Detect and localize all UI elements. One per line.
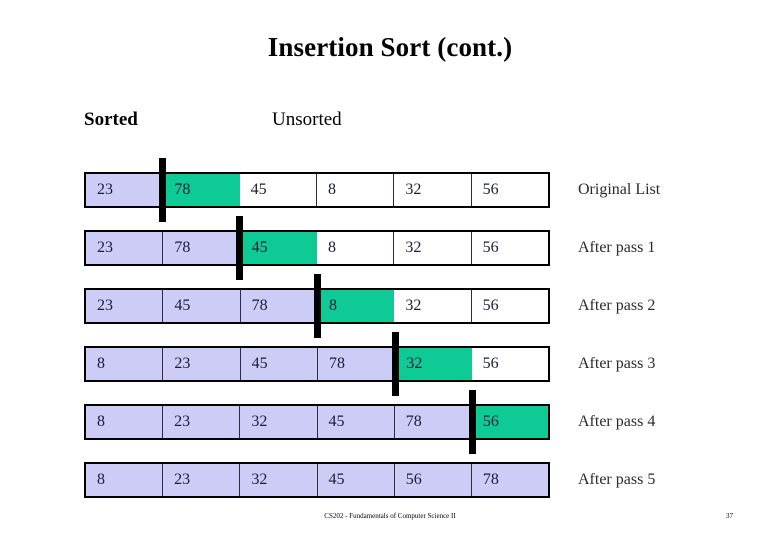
pass-label: After pass 5 xyxy=(578,471,656,488)
pass-label: After pass 4 xyxy=(578,413,656,430)
pass-label: After pass 1 xyxy=(578,239,656,256)
table-row: 23 78 45 8 32 56 xyxy=(84,230,550,266)
array-cell: 45 xyxy=(240,232,317,264)
row-cells: 8 23 45 78 32 56 xyxy=(86,348,548,380)
pass-label: Original List xyxy=(578,181,661,198)
page-title: Insertion Sort (cont.) xyxy=(267,32,513,62)
array-cell: 45 xyxy=(239,174,317,206)
row-cells: 8 23 32 45 56 78 xyxy=(86,464,549,496)
array-cell: 32 xyxy=(394,232,472,264)
table-row: 8 23 32 45 56 78 xyxy=(84,462,550,498)
array-cell: 23 xyxy=(86,290,164,322)
array-cell: 32 xyxy=(394,290,472,322)
array-cell: 56 xyxy=(471,232,548,264)
array-cell: 78 xyxy=(163,174,240,206)
array-cell: 23 xyxy=(86,174,164,206)
column-header-sorted: Sorted xyxy=(84,109,138,130)
array-cell: 8 xyxy=(86,464,164,496)
footer-page-number: 37 xyxy=(726,512,733,520)
array-cell: 32 xyxy=(395,348,472,380)
insertion-marker xyxy=(391,332,399,396)
array-cell: 78 xyxy=(317,348,396,380)
slide-canvas: Insertion Sort (cont.) Sorted Unsorted 2… xyxy=(0,0,780,540)
array-cell: 32 xyxy=(240,406,318,438)
pass-label: After pass 3 xyxy=(578,355,656,372)
row-cells: 23 78 45 8 32 56 xyxy=(86,174,548,206)
array-cell: 23 xyxy=(163,464,241,496)
column-header-unsorted: Unsorted xyxy=(272,109,342,130)
insertion-marker xyxy=(469,390,477,454)
array-cell: 56 xyxy=(394,464,472,496)
footer-course-label: CS202 - Fundamentals of Computer Science… xyxy=(324,512,456,520)
array-cell: 8 xyxy=(86,406,164,438)
insertion-marker xyxy=(314,274,321,338)
table-row: 8 23 45 78 32 56 xyxy=(84,346,550,382)
array-cell: 8 xyxy=(317,290,395,322)
insertion-marker xyxy=(236,216,244,280)
array-cell: 56 xyxy=(471,290,548,322)
array-cell: 78 xyxy=(163,232,241,264)
array-cell: 8 xyxy=(316,232,395,264)
array-cell: 78 xyxy=(471,464,549,496)
array-cell: 45 xyxy=(163,290,241,322)
array-cell: 56 xyxy=(471,348,548,380)
array-cell: 8 xyxy=(316,174,395,206)
array-cell: 32 xyxy=(240,464,318,496)
array-cell: 45 xyxy=(240,348,318,380)
array-cell: 23 xyxy=(86,232,164,264)
array-cell: 8 xyxy=(86,348,164,380)
insertion-sort-diagram: 23 78 45 8 32 56 23 78 45 8 32 56 23 45 78 8 32 56 8 23 45 78… xyxy=(84,158,552,498)
table-row: 23 78 45 8 32 56 xyxy=(84,172,550,208)
array-cell: 56 xyxy=(471,406,549,438)
row-cells: 23 78 45 8 32 56 xyxy=(86,232,548,264)
row-cells: 8 23 32 45 78 56 xyxy=(86,406,549,438)
pass-label: After pass 2 xyxy=(578,297,656,314)
array-cell: 56 xyxy=(471,174,548,206)
array-cell: 78 xyxy=(394,406,472,438)
table-row: 8 23 32 45 78 56 xyxy=(84,404,550,440)
insertion-marker xyxy=(158,158,166,222)
array-cell: 45 xyxy=(317,406,395,438)
array-cell: 23 xyxy=(163,406,241,438)
array-cell: 45 xyxy=(317,464,395,496)
array-cell: 23 xyxy=(163,348,241,380)
array-cell: 78 xyxy=(240,290,318,322)
array-cell: 32 xyxy=(394,174,472,206)
